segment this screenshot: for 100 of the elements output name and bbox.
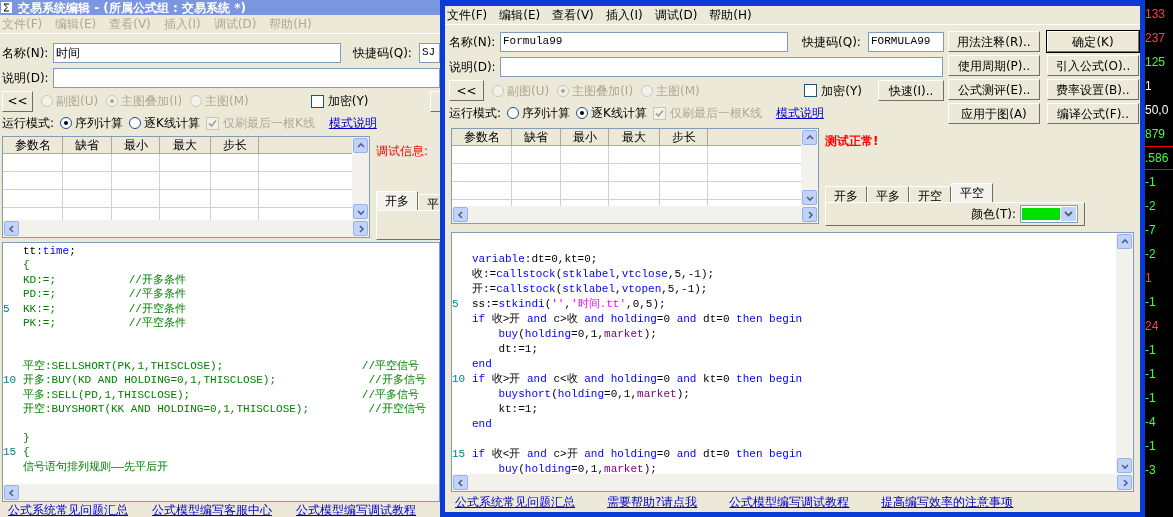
- column-header[interactable]: 最大: [609, 129, 660, 146]
- quote-value: 125: [1145, 54, 1166, 71]
- button[interactable]: <<: [449, 80, 484, 101]
- tab[interactable]: 开多: [825, 186, 867, 202]
- help-link[interactable]: 公式系统常见问题汇总: [455, 493, 575, 511]
- tab[interactable]: 平: [418, 194, 440, 210]
- scroll-up-button[interactable]: [802, 130, 817, 145]
- help-link[interactable]: 提高编写效率的注意事项: [881, 493, 1014, 511]
- radio-button[interactable]: [576, 107, 589, 119]
- code-line: if 收>开 and c<收 and holding=0 and kt=0 then begin: [472, 372, 803, 388]
- tab[interactable]: 平多: [867, 186, 909, 202]
- button[interactable]: <<: [2, 90, 33, 112]
- tab[interactable]: 平空: [951, 183, 993, 202]
- quote-value: -1: [1145, 390, 1156, 407]
- scroll-left-button[interactable]: [4, 485, 19, 500]
- field-label: 运行模式:: [449, 105, 502, 122]
- column-header[interactable]: 步长: [211, 137, 259, 154]
- column-header[interactable]: 最大: [160, 137, 211, 154]
- help-link[interactable]: 公式模型编写客服中心: [152, 502, 272, 517]
- horizontal-scrollbar[interactable]: [3, 484, 439, 501]
- column-header[interactable]: 缺省: [63, 137, 112, 154]
- vertical-scrollbar[interactable]: [1116, 233, 1133, 474]
- line-number: 10: [3, 374, 17, 387]
- help-link[interactable]: 公式模型编写调试教程: [296, 502, 416, 517]
- checkbox[interactable]: [310, 94, 324, 108]
- menu-item[interactable]: 文件(F): [447, 6, 488, 24]
- menu-item[interactable]: 调试(D): [654, 6, 698, 24]
- menu-item[interactable]: 帮助(H): [709, 6, 752, 24]
- code-line: KD:=; //开多条件: [23, 272, 186, 288]
- scroll-down-button[interactable]: [353, 204, 368, 219]
- field-label: 名称(N):: [2, 44, 50, 62]
- button[interactable]: 应用于图(A): [948, 103, 1040, 124]
- button[interactable]: 使用周期(P)..: [948, 55, 1040, 76]
- column-header[interactable]: 最小: [561, 129, 609, 146]
- input-field[interactable]: 时间: [53, 42, 341, 63]
- horizontal-scrollbar[interactable]: [452, 206, 818, 223]
- scroll-right-button[interactable]: [1117, 475, 1132, 490]
- tab[interactable]: 开空: [909, 186, 951, 202]
- button[interactable]: 确定(K): [1047, 31, 1139, 52]
- test-status: 测试正常!: [825, 133, 880, 150]
- column-header[interactable]: 步长: [660, 129, 708, 146]
- window-title: 交易系统编辑 - (所属公式组 : 交易系统 *): [18, 0, 246, 17]
- input-field[interactable]: SJ: [419, 42, 440, 63]
- button[interactable]: 用法注释(R)..: [948, 31, 1040, 52]
- button[interactable]: 编译公式(F)..: [1047, 103, 1139, 124]
- input-field[interactable]: FORMULA99: [868, 31, 944, 52]
- scroll-right-button[interactable]: [802, 207, 817, 222]
- button[interactable]: 引入公式(O)..: [1047, 55, 1139, 76]
- scroll-left-button[interactable]: [4, 221, 19, 236]
- code-line: buy(holding=0,1,market);: [497, 327, 657, 343]
- scroll-up-button[interactable]: [1117, 234, 1132, 249]
- scroll-left-button[interactable]: [453, 207, 468, 222]
- column-header[interactable]: 参数名: [452, 129, 512, 146]
- scroll-down-button[interactable]: [802, 190, 817, 205]
- input-field[interactable]: [53, 68, 440, 88]
- scroll-down-button[interactable]: [1117, 458, 1132, 473]
- help-link[interactable]: 公式系统常见问题汇总: [8, 502, 128, 517]
- button[interactable]: 公式测评(E)..: [948, 79, 1040, 100]
- horizontal-scrollbar[interactable]: [3, 220, 369, 237]
- scroll-right-button[interactable]: [353, 221, 368, 236]
- quote-value: 133: [1145, 6, 1166, 23]
- sigma-icon: [1, 2, 12, 13]
- column-header[interactable]: 最小: [112, 137, 160, 154]
- tab[interactable]: 开多: [376, 191, 418, 210]
- menu-item[interactable]: 编辑(E): [499, 6, 541, 24]
- code-line: 收:=callstock(stklabel,vtclose,5,-1);: [472, 267, 715, 283]
- column-header[interactable]: 参数名: [3, 137, 63, 154]
- radio-label: 序列计算: [75, 115, 124, 132]
- scroll-left-button[interactable]: [453, 475, 468, 490]
- code-line: PD:=; //平多条件: [23, 287, 186, 303]
- vertical-scrollbar[interactable]: [352, 137, 369, 220]
- horizontal-scrollbar[interactable]: [452, 474, 1133, 491]
- button[interactable]: 费率设置(B)..: [1047, 79, 1139, 100]
- radio-button[interactable]: [60, 117, 73, 129]
- menu-item[interactable]: 查看(V): [552, 6, 594, 24]
- radio-button[interactable]: [507, 107, 520, 119]
- help-link[interactable]: 公式模型编写调试教程: [729, 493, 850, 511]
- field-label: 快捷码(Q):: [353, 44, 413, 62]
- input-field[interactable]: [500, 57, 943, 77]
- code-line: tt:time;: [23, 243, 76, 259]
- input-field[interactable]: Formula99: [500, 31, 788, 52]
- debug-label: 调试信息:: [376, 143, 430, 160]
- mode-link[interactable]: 模式说明: [775, 104, 824, 122]
- menu-item[interactable]: 插入(I): [605, 6, 643, 24]
- checkbox[interactable]: [804, 84, 818, 97]
- mode-link[interactable]: 模式说明: [328, 114, 377, 132]
- quote-value: -2: [1145, 246, 1156, 263]
- code-line: if 收>开 and c>收 and holding=0 and dt=0 then begin: [472, 312, 803, 328]
- radio-button[interactable]: [129, 117, 142, 129]
- scroll-up-button[interactable]: [353, 138, 368, 153]
- code-line: }: [23, 431, 30, 447]
- help-link[interactable]: 需要帮助?请点我: [607, 493, 698, 511]
- column-header[interactable]: 缺省: [512, 129, 561, 146]
- vertical-scrollbar[interactable]: [801, 129, 818, 206]
- code-line: dt:=1;: [497, 342, 538, 358]
- quote-value: 50,0: [1145, 102, 1169, 119]
- code-line: variable:dt=0,kt=0;: [472, 252, 598, 268]
- code-line: {: [23, 445, 30, 461]
- button[interactable]: 快速(I)..: [878, 80, 944, 101]
- color-dropdown[interactable]: [1020, 205, 1078, 223]
